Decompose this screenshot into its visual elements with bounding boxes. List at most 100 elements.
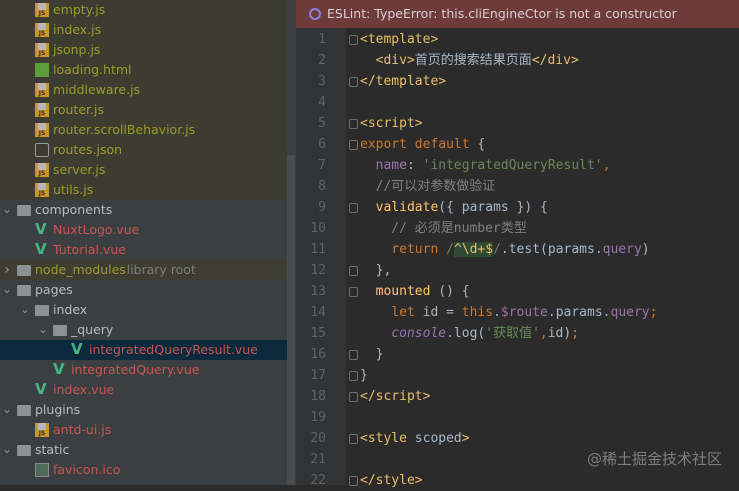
- fold-marker-icon[interactable]: [349, 287, 358, 297]
- code-text: }: [360, 365, 368, 386]
- project-tree[interactable]: JS empty.js JS index.js JS jsonp.js loading.ht…: [0, 0, 296, 485]
- tree-item-label: jsonp.js: [53, 42, 101, 57]
- code-line[interactable]: 17}: [296, 365, 739, 386]
- folder-icon: [17, 265, 31, 276]
- code-text: <script>: [360, 113, 423, 134]
- fold-marker-icon[interactable]: [349, 371, 358, 381]
- folder-icon: [17, 405, 31, 416]
- code-token: },: [360, 263, 392, 278]
- code-line[interactable]: 16 }: [296, 344, 739, 365]
- code-line[interactable]: 11 return /^\d+$/.test(params.query): [296, 239, 739, 260]
- code-line[interactable]: 15 console.log('获取值',id);: [296, 323, 739, 344]
- tree-item[interactable]: JS router.js: [0, 100, 287, 120]
- code-line[interactable]: 2 <div>首页的搜索结果页面</div>: [296, 50, 739, 71]
- code-token: <script>: [360, 116, 423, 131]
- tree-item[interactable]: V NuxtLogo.vue: [0, 220, 287, 240]
- code-token: '获取值': [485, 326, 540, 341]
- fold-marker-icon[interactable]: [349, 350, 358, 360]
- code-editor[interactable]: ESLint: TypeError: this.cliEngineCtor is…: [296, 0, 739, 488]
- tree-item[interactable]: JS utils.js: [0, 180, 287, 200]
- code-line[interactable]: 14 let id = this.$route.params.query;: [296, 302, 739, 323]
- tree-item-label: index: [53, 302, 88, 317]
- tree-item-label: integratedQuery.vue: [71, 362, 200, 377]
- code-line[interactable]: 22 </style>: [296, 470, 739, 491]
- fold-marker-icon[interactable]: [349, 140, 358, 150]
- code-line[interactable]: 20 <style scoped>: [296, 428, 739, 449]
- code-token: <div>: [375, 53, 415, 68]
- tree-item[interactable]: ⌄ pages: [0, 280, 287, 300]
- tree-item[interactable]: ⌄ components: [0, 200, 287, 220]
- fold-marker-icon[interactable]: [349, 203, 358, 213]
- tree-item[interactable]: JS empty.js: [0, 0, 287, 20]
- line-number: 12: [310, 263, 326, 278]
- code-line[interactable]: 7 name: 'integratedQueryResult',: [296, 155, 739, 176]
- code-text: <template>: [360, 29, 438, 50]
- tree-item[interactable]: VintegratedQuery.vue: [0, 360, 287, 380]
- chevron-down-icon[interactable]: ⌄: [1, 200, 13, 220]
- tree-item[interactable]: Vindex.vue: [0, 380, 287, 400]
- code-text: validate({ params }) {: [360, 197, 548, 218]
- tree-item[interactable]: › node_modules library root: [0, 260, 287, 280]
- tree-item[interactable]: loading.html: [0, 60, 287, 80]
- json-file-icon: [35, 143, 49, 157]
- chevron-down-icon[interactable]: ⌄: [19, 300, 31, 320]
- tree-item[interactable]: routes.json: [0, 140, 287, 160]
- fold-marker-icon[interactable]: [349, 35, 358, 45]
- code-token: query: [602, 242, 642, 257]
- line-number: 16: [310, 347, 326, 362]
- tree-item[interactable]: favicon.ico: [0, 460, 287, 480]
- code-line[interactable]: 19: [296, 407, 739, 428]
- js-file-icon: JS: [35, 103, 49, 117]
- line-number: 15: [310, 326, 326, 341]
- tree-item[interactable]: JS router.scrollBehavior.js: [0, 120, 287, 140]
- chevron-right-icon[interactable]: ›: [1, 260, 13, 280]
- code-line[interactable]: 13 mounted () {: [296, 281, 739, 302]
- code-line[interactable]: 3 </template>: [296, 71, 739, 92]
- code-line[interactable]: 6 export default {: [296, 134, 739, 155]
- tree-item[interactable]: JS jsonp.js: [0, 40, 287, 60]
- code-line[interactable]: 5 <script>: [296, 113, 739, 134]
- tree-item[interactable]: JS index.js: [0, 20, 287, 40]
- code-token: 首页的搜索结果页面: [414, 53, 532, 68]
- code-line[interactable]: 8 //可以对参数做验证: [296, 176, 739, 197]
- chevron-down-icon[interactable]: ⌄: [37, 320, 49, 340]
- tree-item[interactable]: ⌄ _query: [0, 320, 287, 340]
- tree-item-label: NuxtLogo.vue: [53, 222, 140, 237]
- code-text: },: [360, 260, 392, 281]
- fold-marker-icon[interactable]: [349, 392, 358, 402]
- line-number: 13: [310, 284, 326, 299]
- chevron-down-icon[interactable]: ⌄: [1, 400, 13, 420]
- fold-marker-icon[interactable]: [349, 266, 358, 276]
- line-number: 17: [310, 368, 326, 383]
- vue-file-icon: V: [53, 360, 65, 378]
- fold-marker-icon[interactable]: [349, 77, 358, 87]
- code-token: .: [493, 305, 501, 320]
- code-line[interactable]: 4: [296, 92, 739, 113]
- fold-marker-icon[interactable]: [349, 434, 358, 444]
- js-file-icon: JS: [35, 83, 49, 97]
- code-token: name: [375, 158, 407, 173]
- tree-scrollbar[interactable]: [287, 155, 295, 485]
- tree-item[interactable]: ⌄ static: [0, 440, 287, 460]
- tree-item[interactable]: JS antd-ui.js: [0, 420, 287, 440]
- tree-item[interactable]: JS middleware.js: [0, 80, 287, 100]
- code-line[interactable]: 18 </script>: [296, 386, 739, 407]
- vue-file-icon: V: [35, 380, 47, 398]
- code-line[interactable]: 9 validate({ params }) {: [296, 197, 739, 218]
- code-token: id): [547, 326, 572, 341]
- tree-item[interactable]: VintegratedQueryResult.vue: [0, 340, 287, 360]
- tree-item[interactable]: ⌄ index: [0, 300, 287, 320]
- code-line[interactable]: 12 },: [296, 260, 739, 281]
- tree-item[interactable]: ⌄ plugins: [0, 400, 287, 420]
- tree-item[interactable]: V Tutorial.vue: [0, 240, 287, 260]
- fold-marker-icon[interactable]: [349, 119, 358, 129]
- code-line[interactable]: 10 // 必须是number类型: [296, 218, 739, 239]
- chevron-down-icon[interactable]: ⌄: [1, 440, 13, 460]
- banner-text: ESLint: TypeError: this.cliEngineCtor is…: [327, 6, 677, 21]
- chevron-down-icon[interactable]: ⌄: [1, 280, 13, 300]
- code-text: return /^\d+$/.test(params.query): [360, 239, 650, 260]
- library-root-hint: library root: [126, 262, 196, 277]
- code-line[interactable]: 1 <template>: [296, 29, 739, 50]
- code-text: //可以对参数做验证: [360, 176, 496, 197]
- tree-item[interactable]: JS server.js: [0, 160, 287, 180]
